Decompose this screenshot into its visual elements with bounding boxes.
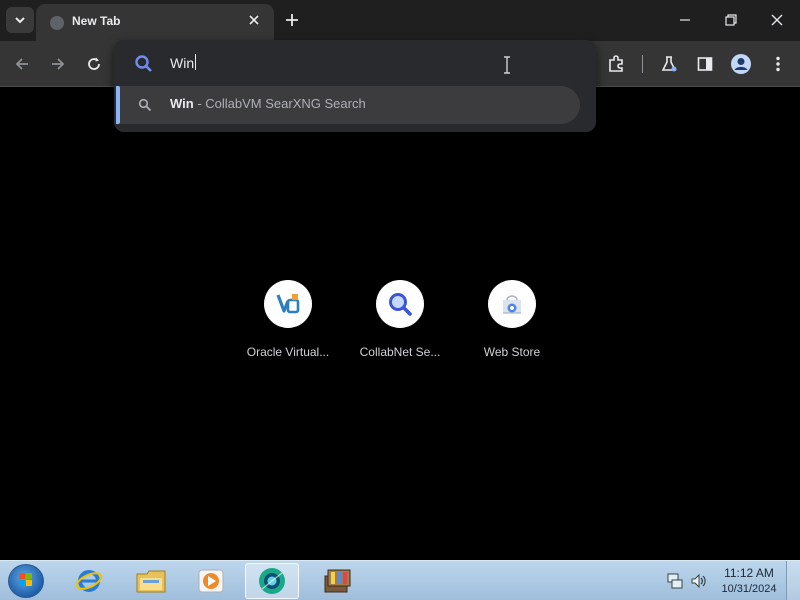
taskbar-internet-explorer[interactable] xyxy=(62,563,116,599)
chevron-down-icon xyxy=(15,17,25,24)
avatar-icon xyxy=(731,54,751,74)
close-icon xyxy=(771,14,783,26)
archive-icon xyxy=(324,569,351,593)
start-button[interactable] xyxy=(8,564,44,598)
tab-new-tab[interactable]: New Tab xyxy=(36,4,274,41)
media-player-icon xyxy=(198,569,224,593)
taskbar: 11:12 AM 10/31/2024 xyxy=(0,560,800,600)
shortcut-tile xyxy=(376,280,424,328)
new-tab-button[interactable] xyxy=(280,8,304,32)
side-panel-button[interactable] xyxy=(692,51,718,77)
menu-button[interactable] xyxy=(765,51,791,77)
internet-explorer-icon xyxy=(75,570,103,592)
tab-strip: New Tab xyxy=(0,0,800,41)
close-icon xyxy=(249,15,259,25)
omnibox-suggestion[interactable]: Win - CollabVM SearXNG Search xyxy=(116,86,580,124)
taskbar-windows-explorer[interactable] xyxy=(124,563,178,599)
ibeam-cursor-icon xyxy=(504,56,510,74)
suggestion-text: Win - CollabVM SearXNG Search xyxy=(170,96,366,111)
minimize-button[interactable] xyxy=(671,6,699,34)
selection-indicator xyxy=(116,86,120,124)
restore-icon xyxy=(725,14,737,26)
arrow-left-icon xyxy=(15,58,28,70)
shortcut-tile xyxy=(264,280,312,328)
labs-button[interactable] xyxy=(656,51,682,77)
taskbar-media-player[interactable] xyxy=(184,563,238,599)
taskbar-clock[interactable]: 11:12 AM 10/31/2024 xyxy=(700,565,798,597)
arrow-right-icon xyxy=(52,58,65,70)
profile-button[interactable] xyxy=(728,51,754,77)
clock-time: 11:12 AM xyxy=(724,566,774,580)
back-button[interactable] xyxy=(9,51,35,77)
reload-button[interactable] xyxy=(81,51,107,77)
shortcut-label: Web Store xyxy=(483,345,541,359)
shortcut-web-store[interactable]: Web Store xyxy=(462,280,562,370)
network-icon xyxy=(667,573,683,589)
suggestion-engine: CollabVM SearXNG Search xyxy=(205,96,366,111)
shortcut-oracle-virtualbox[interactable]: Oracle Virtual... xyxy=(238,280,338,370)
shortcut-tile xyxy=(488,280,536,328)
search-icon xyxy=(135,55,152,72)
forward-button[interactable] xyxy=(45,51,71,77)
extensions-button[interactable] xyxy=(603,51,629,77)
browser-icon xyxy=(259,568,285,594)
suggestion-separator: - xyxy=(193,96,206,111)
restore-button[interactable] xyxy=(717,6,745,34)
minimize-icon xyxy=(680,19,690,21)
puzzle-icon xyxy=(609,55,623,72)
screen: New Tab Win Win - CollabVM SearXNG Searc… xyxy=(0,0,800,600)
globe-icon xyxy=(50,16,64,30)
shortcut-label: CollabNet Se... xyxy=(359,345,441,359)
windows-explorer-icon xyxy=(136,570,166,593)
tab-title: New Tab xyxy=(72,14,121,28)
tab-search-button[interactable] xyxy=(6,7,34,33)
address-bar-input[interactable] xyxy=(170,52,550,74)
plus-icon xyxy=(286,14,298,26)
more-vertical-icon xyxy=(776,56,780,72)
web-store-icon xyxy=(503,295,521,314)
clock-date: 10/31/2024 xyxy=(721,583,777,595)
omnibox-dropdown: Win - CollabVM SearXNG Search xyxy=(114,40,596,132)
search-icon xyxy=(138,98,152,112)
reload-icon xyxy=(88,57,100,70)
taskbar-browser[interactable] xyxy=(245,563,299,599)
suggestion-match: Win xyxy=(170,96,194,111)
tab-close-button[interactable] xyxy=(246,12,262,28)
show-desktop-button[interactable] xyxy=(786,561,800,600)
side-panel-icon xyxy=(697,57,713,71)
toolbar-divider xyxy=(642,55,643,73)
search-magnifier-icon xyxy=(389,293,412,316)
windows-logo-icon xyxy=(19,573,32,586)
taskbar-archive-manager[interactable] xyxy=(310,563,364,599)
text-caret xyxy=(195,54,196,70)
close-window-button[interactable] xyxy=(763,6,791,34)
flask-icon xyxy=(661,56,677,72)
shortcut-collabnet-search[interactable]: CollabNet Se... xyxy=(350,280,450,370)
virtualbox-icon xyxy=(276,294,300,314)
shortcut-label: Oracle Virtual... xyxy=(246,345,330,359)
